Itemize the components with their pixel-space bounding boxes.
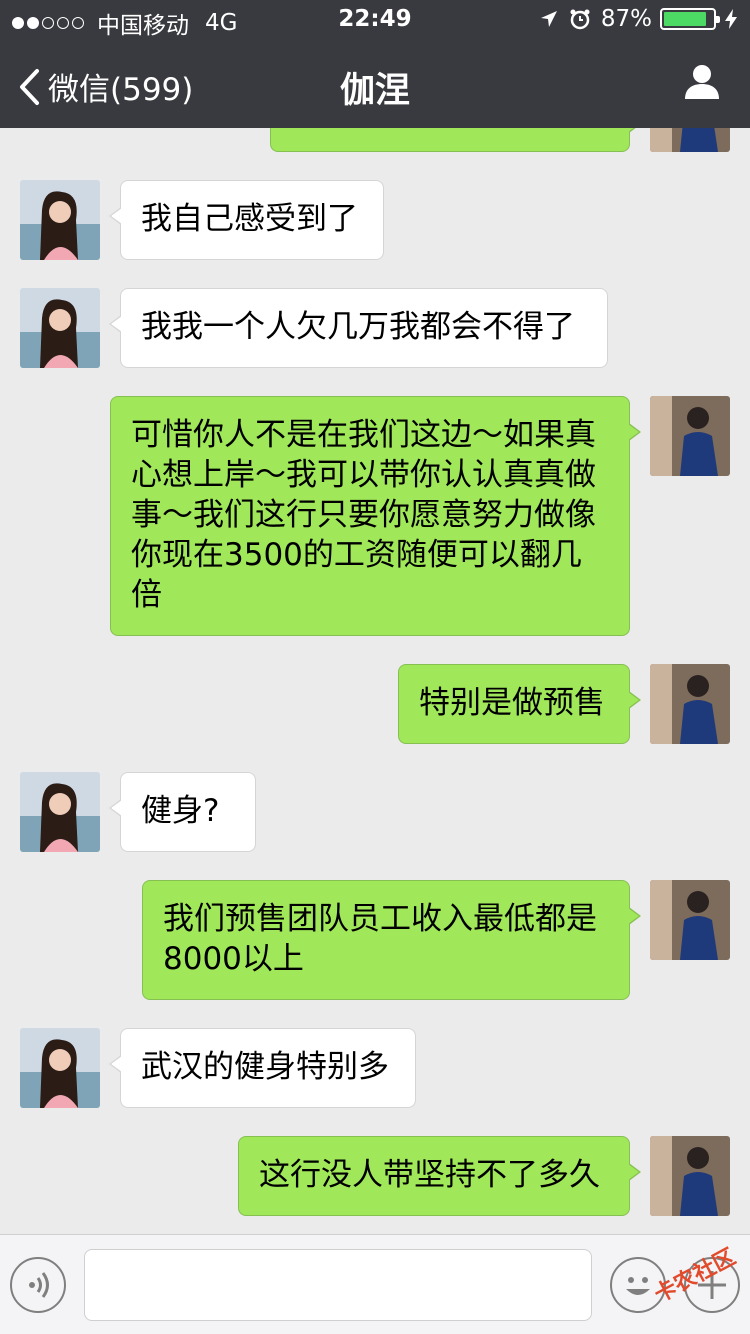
message-bubble[interactable]: 武汉的健身特别多 bbox=[109, 1028, 416, 1108]
avatar-guy[interactable] bbox=[650, 664, 730, 744]
message-text: 我们预售团队员工收入最低都是8000以上 bbox=[163, 901, 597, 977]
message-bubble[interactable]: 可惜你人不是在我们这边～如果真心想上岸～我可以带你认认真真做事～我们这行只要你愿… bbox=[110, 396, 641, 636]
avatar-girl[interactable] bbox=[20, 1028, 100, 1108]
avatar-guy[interactable] bbox=[650, 396, 730, 476]
avatar-guy-partial[interactable] bbox=[650, 128, 730, 152]
battery-icon bbox=[660, 8, 720, 30]
voice-icon bbox=[29, 1272, 49, 1298]
avatar-girl[interactable] bbox=[20, 288, 100, 368]
chat-area[interactable]: 我自己感受到了 我我一个人欠几万我都会不得了 可惜你人不是在我们这边～如果真心想… bbox=[0, 128, 750, 1234]
status-right: 87% bbox=[539, 6, 738, 32]
avatar-guy[interactable] bbox=[650, 1136, 730, 1216]
battery-percent: 87% bbox=[600, 6, 652, 32]
location-arrow-icon bbox=[540, 11, 557, 27]
message-text: 可惜你人不是在我们这边～如果真心想上岸～我可以带你认认真真做事～我们这行只要你愿… bbox=[131, 417, 596, 613]
battery-fill bbox=[664, 12, 706, 26]
alarm-clock-icon bbox=[570, 9, 590, 30]
profile-button[interactable] bbox=[682, 62, 722, 106]
message-bubble[interactable]: 我自己感受到了 bbox=[109, 180, 384, 260]
message-text: 武汉的健身特别多 bbox=[141, 1049, 389, 1085]
message-text: 特别是做预售 bbox=[419, 685, 605, 721]
message-text: 我我一个人欠几万我都会不得了 bbox=[141, 309, 575, 345]
message-bubble[interactable]: 我们预售团队员工收入最低都是8000以上 bbox=[142, 880, 641, 1000]
message-input[interactable] bbox=[84, 1249, 592, 1321]
chat-title: 伽涅 bbox=[339, 71, 410, 111]
voice-button[interactable] bbox=[10, 1257, 66, 1313]
message-bubble[interactable]: 我我一个人欠几万我都会不得了 bbox=[109, 288, 608, 368]
nav-bar: 微信(599) 伽涅 bbox=[0, 40, 750, 128]
status-bar: 中国移动 4G 22:49 87% bbox=[0, 0, 750, 40]
input-bar bbox=[0, 1234, 750, 1334]
top-header: 中国移动 4G 22:49 87% 微信(599) 伽涅 bbox=[0, 0, 750, 128]
message-bubble[interactable]: 健身? bbox=[109, 772, 256, 852]
avatar-guy[interactable] bbox=[650, 880, 730, 960]
avatar-girl[interactable] bbox=[20, 772, 100, 852]
message-bubble[interactable]: 这行没人带坚持不了多久 bbox=[238, 1136, 641, 1216]
message-text: 这行没人带坚持不了多久 bbox=[259, 1157, 600, 1193]
message-text: 健身? bbox=[141, 793, 220, 829]
message-bubble[interactable]: 特别是做预售 bbox=[398, 664, 641, 744]
avatar-girl[interactable] bbox=[20, 180, 100, 260]
message-text: 我自己感受到了 bbox=[141, 201, 358, 237]
message-bubble-partial[interactable] bbox=[270, 128, 641, 152]
person-icon bbox=[685, 65, 719, 99]
charging-bolt-icon bbox=[725, 9, 737, 29]
